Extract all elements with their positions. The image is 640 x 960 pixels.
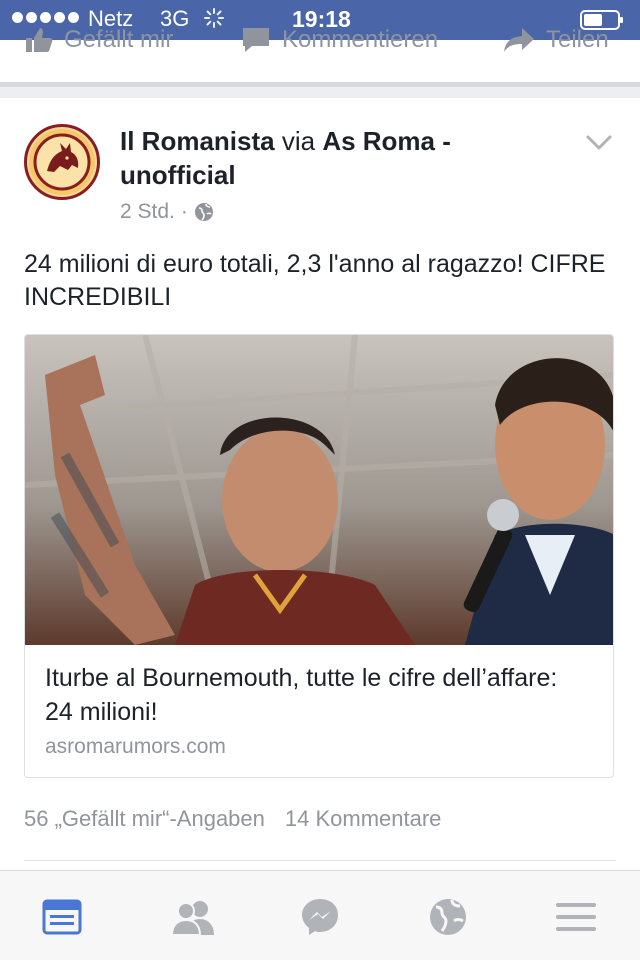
like-action[interactable]: Gefällt mir: [24, 26, 173, 54]
news-feed-icon[interactable]: [42, 897, 82, 937]
link-title: Iturbe al Bournemouth, tutte le cifre de…: [45, 664, 558, 726]
chevron-down-icon[interactable]: [586, 134, 612, 152]
comment-icon: [243, 28, 269, 52]
globe-notifications-icon[interactable]: [428, 897, 468, 937]
likes-count[interactable]: 56 „Gefällt mir“-Angaben: [24, 806, 265, 832]
stats-divider: [24, 860, 616, 861]
post-stats: 56 „Gefällt mir“-Angaben 14 Kommentare: [24, 806, 441, 832]
share-action[interactable]: Teilen: [502, 26, 609, 54]
post-meta: 2 Std. ·: [120, 200, 214, 224]
link-domain: asromarumors.com: [45, 735, 226, 758]
thumbs-up-icon: [26, 28, 53, 52]
menu-icon[interactable]: [556, 897, 596, 937]
author-name[interactable]: Il Romanista: [120, 126, 275, 156]
comment-action[interactable]: Kommentieren: [240, 26, 438, 54]
via-label: via: [281, 126, 316, 156]
comment-label: Kommentieren: [282, 26, 439, 53]
meta-separator: ·: [180, 200, 188, 223]
post-author-line: Il Romanista via As Roma - unofficial: [120, 124, 560, 192]
post-message: 24 milioni di euro totali, 2,3 l'anno al…: [24, 250, 606, 311]
friends-icon[interactable]: [170, 897, 216, 937]
page-avatar[interactable]: [24, 124, 100, 200]
globe-icon: [194, 203, 213, 221]
wolf-logo-icon: [29, 129, 95, 195]
link-preview-card[interactable]: Iturbe al Bournemouth, tutte le cifre de…: [24, 334, 614, 778]
post-timestamp[interactable]: 2 Std.: [120, 200, 175, 224]
messenger-icon[interactable]: [300, 897, 340, 937]
link-preview-image: [25, 335, 613, 645]
comments-count[interactable]: 14 Kommentare: [285, 806, 442, 832]
like-label: Gefällt mir: [64, 26, 174, 53]
share-label: Teilen: [546, 26, 609, 53]
feed-divider: [0, 82, 640, 98]
share-icon: [504, 28, 534, 52]
previous-post-action-bar: Gefällt mir Kommentieren Teilen: [0, 22, 640, 62]
bottom-tab-bar: [0, 870, 640, 960]
